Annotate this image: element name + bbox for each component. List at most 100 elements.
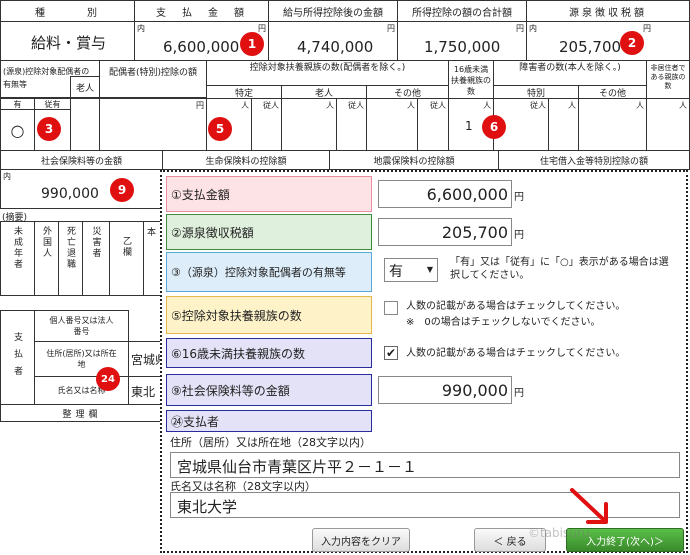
address-input[interactable]: 宮城県仙台市青葉区片平２－１－１ bbox=[170, 452, 680, 478]
r1-value-field[interactable]: 6,600,000 bbox=[378, 180, 512, 208]
r5-label: ⑤控除対象扶養親族の数 bbox=[171, 308, 302, 323]
seimei-hoken-text: 生命保険料の控除額 bbox=[205, 156, 287, 167]
tokutei-header: 特定 bbox=[206, 85, 282, 99]
col-kyuyo-text: 給与所得控除後の金額 bbox=[283, 7, 383, 19]
address-value: 宮城県仙台市青葉区片平２－１－１ bbox=[177, 458, 418, 476]
shakai-hoken-header: 社会保険料等の金額 bbox=[0, 150, 163, 170]
col-shiharai-text: 支 払 金 額 bbox=[156, 7, 247, 19]
checkmark-icon: ✔ bbox=[385, 346, 397, 360]
ari-text: 有 bbox=[13, 100, 22, 109]
gaikoku-cell: 外国人 bbox=[34, 221, 59, 296]
yen-mark: 円 bbox=[516, 24, 524, 33]
nin-mark: 人 bbox=[407, 101, 415, 110]
kojin-bango-cell: 個人番号又は法人番号 bbox=[34, 310, 129, 342]
jusho-partial-cell: 宮城県 bbox=[128, 341, 164, 377]
yen-mark: 円 bbox=[643, 24, 651, 33]
col-shotoku-text: 所得控除の額の合計額 bbox=[412, 7, 512, 19]
haigusha-kojo-cell: 円 bbox=[99, 98, 207, 151]
shiharai-value: 6,600,000 bbox=[163, 38, 240, 56]
col-shotoku-header: 所得控除の額の合計額 bbox=[397, 0, 527, 22]
col-shubetsu-header: 種 別 bbox=[0, 0, 135, 22]
r6-checkbox[interactable]: ✔ bbox=[384, 346, 398, 360]
shogai-header-text: 障害者の数(本人を除く。) bbox=[519, 63, 621, 73]
next-button-label: 入力終了(次へ)＞ bbox=[586, 536, 664, 548]
shogai-header: 障害者の数(本人を除く。) bbox=[493, 60, 647, 86]
clear-button[interactable]: 入力内容をクリア bbox=[312, 528, 410, 552]
fuyo-header-text: 控除対象扶養親族の数(配偶者を除く。) bbox=[249, 63, 406, 73]
sonota-header: その他 bbox=[366, 85, 449, 99]
shimei-partial-text: 東北 bbox=[131, 385, 156, 399]
r9-value: 990,000 bbox=[441, 380, 508, 400]
kyuyo-cell: 円 4,740,000 bbox=[268, 21, 398, 61]
yen-mark: 円 bbox=[258, 24, 266, 33]
jutaku-header: 住宅借入金等特別控除の額 bbox=[498, 150, 690, 170]
haigusha-kojo-text: 配偶者(特別)控除の額 bbox=[108, 68, 198, 78]
nin-mark: 人 bbox=[636, 101, 644, 110]
seiri-cell: 整理欄 bbox=[0, 404, 164, 422]
uchi-mark: 従人 bbox=[430, 101, 446, 110]
r5-note2: ※ 0の場合はチェックしないでください。 bbox=[406, 317, 601, 328]
address-label: 住所（居所）又は所在地（28文字以内） bbox=[170, 436, 371, 449]
r1-label: ①支払金額 bbox=[171, 187, 230, 202]
roujin-header: 老人 bbox=[70, 76, 100, 98]
badge-3: 3 bbox=[37, 117, 61, 141]
seiri-text: 整理欄 bbox=[62, 409, 102, 420]
shibo-cell: 死亡退職 bbox=[58, 221, 83, 296]
r3-label: ③（源泉）控除対象配偶者の有無等 bbox=[171, 266, 346, 279]
r24-label-box: ㉔支払者 bbox=[166, 410, 372, 432]
sonota-nin-cell: 人 bbox=[366, 98, 418, 151]
roujin-uchi-cell: 従人 bbox=[336, 98, 367, 151]
badge-24: 24 bbox=[96, 367, 120, 391]
jishin-hoken-header: 地震保険料の控除額 bbox=[329, 150, 499, 170]
nin-mark: 人 bbox=[326, 101, 334, 110]
yen-mark: 円 bbox=[514, 192, 524, 203]
haigusha-kojo-header: 配偶者(特別)控除の額 bbox=[99, 60, 207, 98]
fuyo-header: 控除対象扶養親族の数(配偶者を除く。) bbox=[206, 60, 449, 86]
r2-label-box: ②源泉徴収税額 bbox=[166, 214, 372, 250]
r2-value-field[interactable]: 205,700 bbox=[378, 218, 512, 246]
juuari-text: 従有 bbox=[44, 100, 61, 109]
fuyo16-header: 16歳未満扶養親族の数 bbox=[448, 60, 494, 99]
r9-label: ⑨社会保険料等の金額 bbox=[171, 383, 290, 398]
saigai-text: 災害者 bbox=[90, 226, 101, 259]
nai-mark: 内 bbox=[137, 24, 145, 33]
r6-label-box: ⑥16歳未満扶養親族の数 bbox=[166, 338, 372, 368]
shiharaisha-text: 支払者 bbox=[12, 332, 22, 383]
otsu-cell: 乙欄 bbox=[109, 221, 144, 296]
kojin-bango-text: 個人番号又は法人番号 bbox=[49, 316, 114, 336]
roujin-cell bbox=[70, 98, 100, 151]
spouse-select[interactable]: 有 ▼ bbox=[384, 258, 438, 282]
name-value: 東北大学 bbox=[177, 498, 238, 516]
nin-mark: 人 bbox=[483, 101, 491, 110]
r5-checkbox[interactable] bbox=[384, 301, 398, 315]
col-gensen-header: 源泉徴収税額 bbox=[526, 0, 690, 22]
jishin-hoken-text: 地震保険料の控除額 bbox=[373, 156, 455, 167]
kyuyo-value: 4,740,000 bbox=[297, 38, 374, 56]
uchi-mark: 従人 bbox=[348, 101, 364, 110]
r1-label-box: ①支払金額 bbox=[166, 176, 372, 212]
badge-6: 6 bbox=[482, 115, 506, 139]
r1-value: 6,600,000 bbox=[426, 184, 508, 204]
chevron-down-icon: ▼ bbox=[426, 265, 433, 274]
r5-label-box: ⑤控除対象扶養親族の数 bbox=[166, 296, 372, 334]
sonota-uchi-cell: 従人 bbox=[417, 98, 449, 151]
saigai-cell: 災害者 bbox=[82, 221, 110, 296]
r9-value-field[interactable]: 990,000 bbox=[378, 376, 512, 404]
uchi-mark: 従人 bbox=[263, 101, 279, 110]
col-shubetsu-text: 種 別 bbox=[35, 7, 100, 19]
badge-5: 5 bbox=[208, 117, 232, 141]
shimei-partial-cell: 東北 bbox=[128, 376, 164, 405]
spouse-select-value: 有 bbox=[389, 264, 403, 280]
shibo-text: 死亡退職 bbox=[65, 226, 75, 270]
col-kyuyo-header: 給与所得控除後の金額 bbox=[268, 0, 398, 22]
shotoku-value: 1,750,000 bbox=[424, 38, 501, 56]
maru-mark: ○ bbox=[10, 120, 25, 140]
otsu-text: 乙欄 bbox=[121, 236, 131, 258]
shiharaisha-cell: 支払者 bbox=[0, 310, 35, 405]
r3-note: 「有」又は「従有」に「○」表示がある場合は選択してください。 bbox=[450, 257, 669, 281]
badge-1: 1 bbox=[240, 32, 264, 56]
back-button-label: ＜ 戻る bbox=[493, 536, 527, 548]
fuyo16-value: 1 bbox=[465, 119, 473, 133]
nin-mark: 人 bbox=[568, 101, 576, 110]
yen-mark: 円 bbox=[196, 101, 204, 110]
